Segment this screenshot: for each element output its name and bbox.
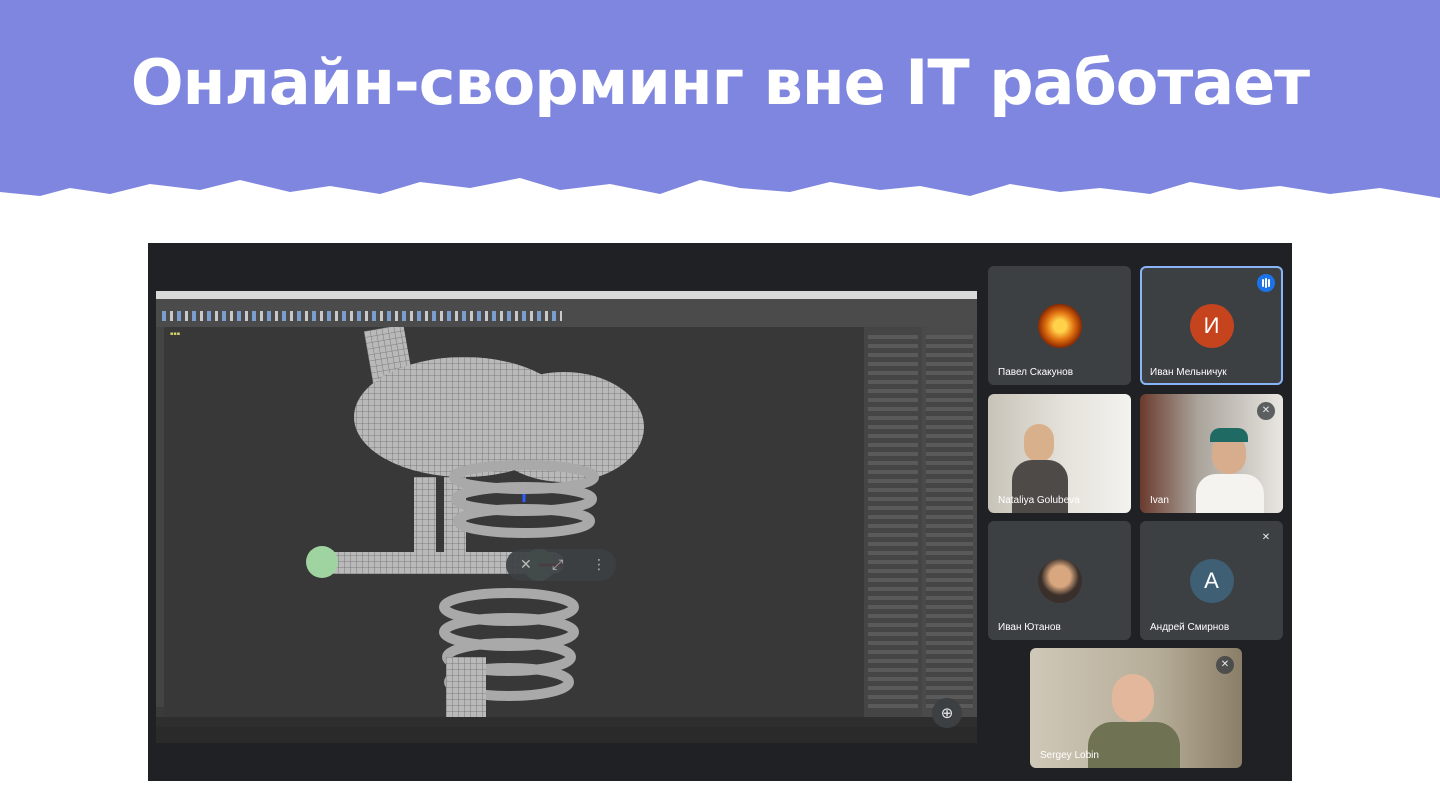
zoom-in-icon[interactable]: ⊕ [932, 698, 962, 728]
timeline-slider [156, 717, 977, 727]
avatar [1037, 304, 1082, 348]
participant-name: Иван Ютанов [998, 622, 1061, 633]
video-person [1112, 674, 1154, 722]
layer-panel [922, 327, 977, 717]
mic-off-icon: ✕ [1216, 656, 1234, 674]
avatar: A [1189, 559, 1234, 603]
screen-share-3dsmax: ▪▪▪ ✕ ⤢ ⋮ [156, 291, 977, 743]
video-person-hair [1210, 428, 1248, 442]
pin-off-icon[interactable]: ✕ [520, 557, 532, 573]
video-person-body [1088, 722, 1180, 768]
participant-tile-video[interactable]: ✕ Sergey Lobin [1030, 648, 1242, 768]
left-toolbar [156, 327, 164, 707]
fullscreen-icon[interactable]: ⤢ [552, 557, 563, 573]
viewport-stats: ▪▪▪ [170, 331, 181, 337]
participant-name: Павел Скакунов [998, 367, 1074, 378]
mic-off-icon: ✕ [1257, 529, 1275, 547]
video-person [1024, 424, 1054, 462]
speaking-indicator-icon [1257, 274, 1275, 292]
participant-tile[interactable]: Павел Скакунов [988, 266, 1131, 385]
share-controls-menu: ✕ ⤢ ⋮ [506, 549, 616, 581]
avatar: И [1189, 304, 1234, 348]
torn-paper-edge [0, 178, 1440, 230]
avatar [1037, 559, 1082, 603]
app-toolbar [156, 299, 977, 327]
participant-name: Иван Мельничук [1150, 367, 1227, 378]
participant-tile-video[interactable]: Nataliya Golubeva [988, 394, 1131, 513]
slide-title: Онлайн-сворминг вне IT работает [130, 46, 1310, 119]
video-person-body [1196, 474, 1264, 513]
participant-name: Ivan [1150, 495, 1169, 506]
participant-tile[interactable]: A ✕ Андрей Смирнов [1140, 521, 1283, 640]
mic-off-icon: ✕ [1257, 402, 1275, 420]
video-call-window: ▪▪▪ ✕ ⤢ ⋮ ⊕ Павел Скакунов И Иван Мельни… [148, 243, 1292, 781]
participant-tile-video[interactable]: ✕ Ivan [1140, 394, 1283, 513]
more-vert-icon[interactable]: ⋮ [592, 557, 606, 573]
3d-viewport: ▪▪▪ [164, 324, 864, 717]
participant-name: Nataliya Golubeva [998, 495, 1080, 506]
participant-tile-active-speaker[interactable]: И Иван Мельничук [1140, 266, 1283, 385]
participant-name: Андрей Смирнов [1150, 622, 1230, 633]
status-bar [156, 727, 977, 743]
wireframe-spring-rider-model [306, 324, 644, 717]
app-menubar [156, 291, 977, 299]
participant-name: Sergey Lobin [1040, 750, 1099, 761]
participant-tile[interactable]: Иван Ютанов [988, 521, 1131, 640]
command-panel [864, 327, 922, 717]
